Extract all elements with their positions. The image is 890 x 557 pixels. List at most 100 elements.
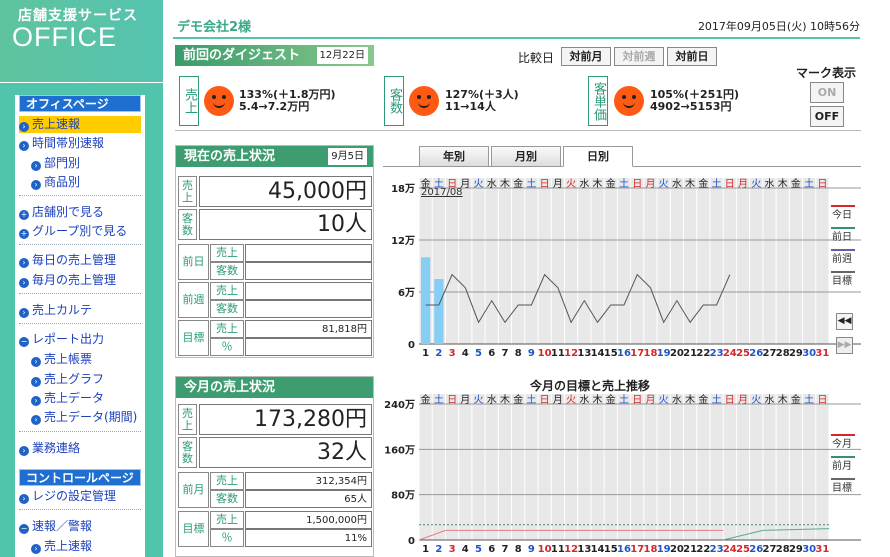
sidebar-item-alert-sales[interactable]: › 売上速報	[31, 538, 92, 555]
x-tick-label: 5	[475, 348, 482, 358]
month-target-sales-label: 売上	[210, 511, 244, 529]
x-tick-label: 20	[670, 544, 684, 555]
arrow-circle-icon: ›	[19, 141, 29, 151]
legend-label: 今日	[832, 208, 852, 221]
sidebar-item-product[interactable]: › 商品別	[31, 174, 80, 191]
sidebar-item-sales-flash[interactable]: › 売上速報	[19, 116, 141, 133]
arrow-circle-icon: ›	[31, 415, 41, 425]
compare-prev-month-button[interactable]: 対前月	[561, 47, 611, 66]
compare-prev-day-button[interactable]: 対前日	[667, 47, 717, 66]
tab-monthly[interactable]: 月別	[491, 146, 561, 167]
tab-yearly[interactable]: 年別	[419, 146, 489, 167]
arrow-circle-icon: ›	[19, 446, 29, 456]
weekday-label: 月	[645, 178, 655, 190]
weekday-label: 日	[632, 395, 642, 406]
plot-area	[419, 394, 829, 540]
prev-month-customers-label: 客数	[210, 490, 244, 508]
weekday-label: 木	[778, 178, 788, 190]
weekday-label: 金	[606, 394, 616, 406]
weekday-label: 水	[579, 394, 589, 406]
arrow-circle-icon: ›	[19, 258, 29, 268]
weekday-label: 金	[791, 177, 801, 190]
x-tick-label: 29	[789, 544, 803, 555]
sidebar-item-monthly-mgmt[interactable]: › 毎月の売上管理	[19, 272, 116, 289]
sidebar-item-by-store[interactable]: + 店舗別で見る	[19, 204, 104, 221]
weekday-label: 金	[421, 394, 431, 406]
weekday-label: 日	[632, 179, 642, 190]
weekday-label: 水	[764, 178, 774, 190]
sidebar-item-karte[interactable]: › 売上カルテ	[19, 302, 92, 319]
weekday-label: 土	[712, 177, 722, 190]
current-sales-label: 売上	[178, 176, 197, 207]
current-sales-date: 9月5日	[328, 148, 367, 165]
weekday-label: 金	[698, 394, 708, 406]
sidebar-item-sales-data[interactable]: › 売上データ	[31, 390, 104, 407]
sidebar-item-hourly[interactable]: › 時間帯別速報	[19, 135, 104, 152]
digest-panel: 前回のダイジェスト 12月22日	[175, 45, 374, 129]
current-datetime: 2017年09月05日(火) 10時56分	[697, 20, 860, 33]
prev-week-customers-label: 客数	[210, 300, 244, 318]
x-tick-label: 9	[528, 348, 535, 358]
x-tick-label: 10	[538, 544, 552, 555]
legend-label: 目標	[832, 274, 852, 287]
digest-sales-line2: 5.4→7.2万円	[239, 100, 310, 113]
sidebar-item-sales-data-period[interactable]: › 売上データ(期間)	[31, 409, 137, 426]
weekday-label: 土	[804, 177, 814, 190]
prev-page-icon[interactable]: ◀◀	[836, 313, 853, 330]
sidebar-item-alerts[interactable]: − 速報／警報	[19, 518, 92, 535]
x-tick-label: 23	[710, 544, 724, 555]
x-tick-label: 31	[815, 348, 829, 358]
mark-off-button[interactable]: OFF	[810, 106, 844, 127]
x-tick-label: 16	[617, 544, 631, 555]
weekday-label: 月	[645, 394, 655, 406]
compare-label: 比較日	[518, 51, 555, 65]
smile-icon	[614, 86, 644, 116]
x-tick-label: 11	[551, 544, 565, 555]
arrow-circle-icon: ›	[31, 396, 41, 406]
digest-unit-price-line2: 4902→5153円	[650, 100, 732, 113]
weekday-label: 金	[791, 394, 801, 406]
sidebar-item-register-settings[interactable]: › レジの設定管理	[19, 488, 116, 505]
weekday-label: 火	[659, 394, 669, 406]
weekday-label: 日	[540, 179, 550, 190]
control-page-header: コントロールページ	[19, 469, 141, 486]
sidebar-item-by-group[interactable]: + グループ別で見る	[19, 223, 127, 240]
x-tick-label: 25	[736, 348, 750, 358]
arrow-circle-icon: ›	[31, 357, 41, 367]
smile-icon	[204, 86, 234, 116]
weekday-label: 土	[712, 394, 722, 406]
sidebar-item-daily-mgmt[interactable]: › 毎日の売上管理	[19, 252, 116, 269]
sidebar-item-business-contact[interactable]: › 業務連絡	[19, 440, 80, 457]
weekday-label: 木	[685, 394, 695, 406]
y-tick-label: 0	[408, 536, 415, 547]
month-customers-value: 32人	[199, 437, 372, 468]
compare-prev-week-button[interactable]: 対前週	[614, 47, 664, 66]
sidebar-item-sales-ledger[interactable]: › 売上帳票	[31, 351, 92, 368]
x-tick-label: 6	[488, 348, 495, 358]
weekday-label: 金	[513, 177, 523, 190]
month-sales-value: 173,280円	[199, 404, 372, 435]
arrow-circle-icon: ›	[31, 377, 41, 387]
weekday-label: 日	[817, 395, 827, 406]
mark-on-button[interactable]: ON	[810, 82, 844, 103]
y-tick-label: 0	[408, 340, 415, 351]
sidebar-item-sales-graph[interactable]: › 売上グラフ	[31, 371, 104, 388]
y-tick-label: 18万	[391, 183, 415, 195]
legend-label: 前週	[832, 252, 852, 265]
sidebar-item-report[interactable]: − レポート出力	[19, 331, 104, 348]
next-page-icon[interactable]: ▶▶	[836, 337, 853, 354]
month-target-label: 目標	[178, 511, 209, 547]
plus-circle-icon: +	[19, 229, 29, 239]
tab-daily[interactable]: 日別	[563, 146, 633, 167]
mark-display-label: マーク表示	[796, 66, 857, 80]
x-tick-label: 19	[657, 544, 671, 555]
x-tick-label: 13	[577, 348, 591, 358]
prev-week-sales-label: 売上	[210, 282, 244, 300]
prev-month-sales-label: 売上	[210, 472, 244, 490]
weekday-label: 月	[738, 178, 748, 190]
y-tick-label: 240万	[384, 399, 415, 411]
x-tick-label: 6	[488, 544, 495, 555]
minus-circle-icon: −	[19, 524, 29, 534]
prev-day-sales-value	[245, 244, 372, 262]
sidebar-item-department[interactable]: › 部門別	[31, 155, 80, 172]
